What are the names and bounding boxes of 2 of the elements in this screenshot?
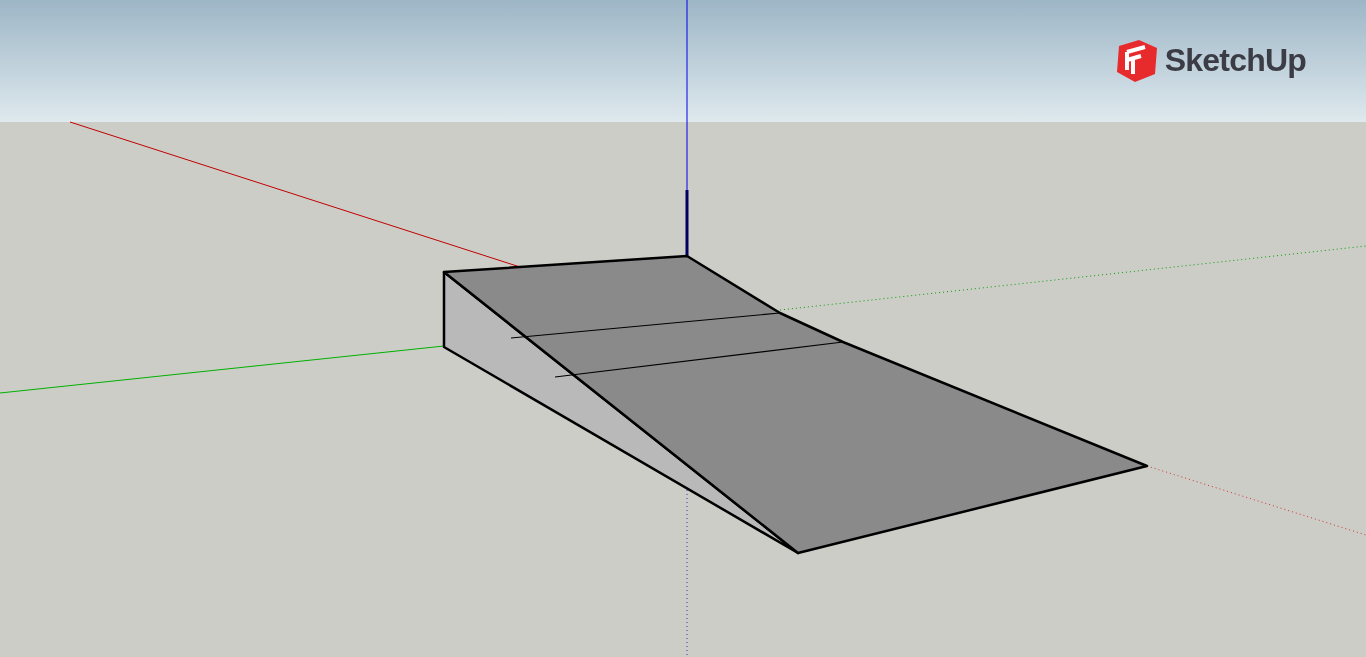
logo-text: SketchUp <box>1164 41 1306 80</box>
cube-logo-icon <box>1114 38 1159 82</box>
